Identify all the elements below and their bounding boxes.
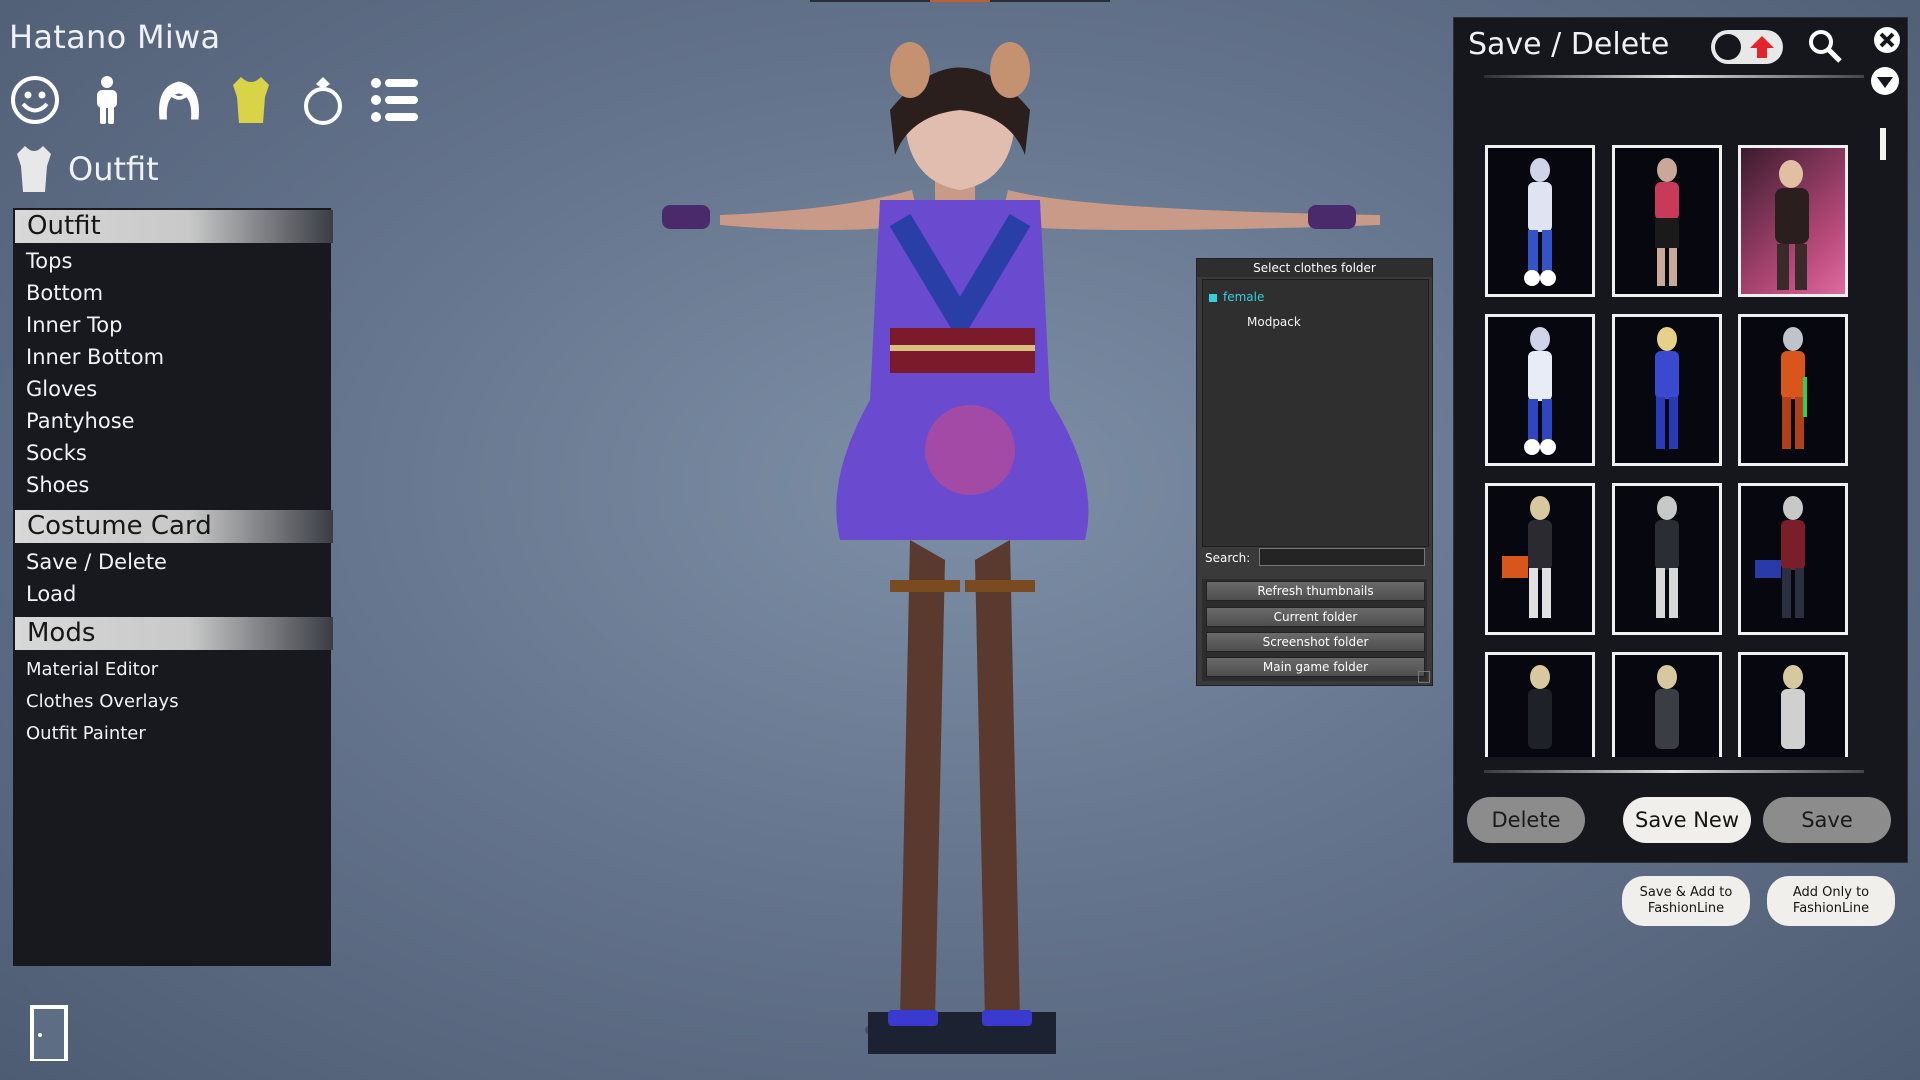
save-new-button[interactable]: Save New <box>1623 797 1751 843</box>
thumbnail-card[interactable] <box>1485 652 1595 757</box>
right-ear-accessory <box>990 42 1030 98</box>
hair-icon[interactable] <box>154 73 204 127</box>
thumbnail-card[interactable] <box>1485 483 1595 635</box>
dialog-title: Select clothes folder <box>1197 259 1432 277</box>
divider-top <box>1484 75 1864 78</box>
select-clothes-folder-dialog: Select clothes folder female Modpack Sea… <box>1196 258 1433 686</box>
obi-cord <box>890 345 1035 351</box>
left-thigh-strap <box>890 580 960 592</box>
menu-item-bottom[interactable]: Bottom <box>26 281 103 305</box>
left-leg <box>900 540 945 1020</box>
left-menu-panel: Outfit Tops Bottom Inner Top Inner Botto… <box>13 208 333 966</box>
thumbnail-figure <box>1655 665 1679 749</box>
thumbnail-figure <box>1755 496 1805 618</box>
outfit-icon <box>17 146 51 192</box>
folder-item-modpack[interactable]: Modpack <box>1247 315 1301 329</box>
thumbnail-figure <box>1502 496 1552 618</box>
menu-item-pantyhose[interactable]: Pantyhose <box>26 409 135 433</box>
resize-handle[interactable] <box>1418 671 1430 683</box>
right-thigh-strap <box>965 580 1035 592</box>
menu-item-inner-top[interactable]: Inner Top <box>26 313 122 337</box>
divider-bottom <box>1484 770 1864 773</box>
search-icon[interactable] <box>1807 28 1843 64</box>
main-game-folder-button[interactable]: Main game folder <box>1206 657 1425 677</box>
menu-item-save-delete[interactable]: Save / Delete <box>26 550 167 574</box>
left-glove <box>662 205 710 229</box>
face-icon[interactable] <box>10 73 60 127</box>
folder-item-female[interactable]: female <box>1223 290 1264 304</box>
top-indicator-bar <box>810 0 1110 2</box>
thumbnail-figure <box>1524 327 1556 455</box>
thumbnail-figure <box>1781 327 1807 449</box>
thumbnail-figure <box>1655 327 1679 449</box>
menu-item-socks[interactable]: Socks <box>26 441 87 465</box>
save-button[interactable]: Save <box>1763 797 1891 843</box>
body-icon[interactable] <box>82 73 132 127</box>
thumbnail-figure <box>1524 158 1556 286</box>
thumbnail-card[interactable] <box>1612 652 1722 757</box>
left-sandal <box>888 1010 938 1026</box>
close-icon[interactable] <box>1872 25 1902 55</box>
refresh-thumbnails-button[interactable]: Refresh thumbnails <box>1206 581 1425 601</box>
right-sandal <box>982 1010 1032 1026</box>
right-leg <box>975 540 1020 1020</box>
folder-buttons-group: Refresh thumbnails Current folder Screen… <box>1202 579 1427 681</box>
thumbnail-card[interactable] <box>1612 145 1722 297</box>
list-icon[interactable] <box>370 73 420 127</box>
thumbnail-figure <box>1781 665 1805 749</box>
folder-tree: female Modpack <box>1202 279 1429 547</box>
outfit-icon[interactable] <box>226 73 276 127</box>
thumbnail-card[interactable] <box>1612 483 1722 635</box>
kimono-pattern <box>925 405 1015 495</box>
menu-item-load[interactable]: Load <box>26 582 76 606</box>
top-indicator-marker <box>930 0 990 2</box>
screenshot-folder-button[interactable]: Screenshot folder <box>1206 632 1425 652</box>
menu-item-outfit-painter[interactable]: Outfit Painter <box>26 723 146 744</box>
left-ear-accessory <box>890 42 930 98</box>
character-name: Hatano Miwa <box>9 18 221 56</box>
upload-toggle[interactable] <box>1711 30 1783 64</box>
menu-item-inner-bottom[interactable]: Inner Bottom <box>26 345 164 369</box>
accessory-ring-icon[interactable] <box>298 73 348 127</box>
exit-door-icon[interactable] <box>28 1003 70 1067</box>
menu-item-shoes[interactable]: Shoes <box>26 473 89 497</box>
thumbnail-card[interactable] <box>1738 483 1848 635</box>
menu-item-gloves[interactable]: Gloves <box>26 377 97 401</box>
current-folder-button[interactable]: Current folder <box>1206 607 1425 627</box>
chevron-down-icon[interactable] <box>1870 66 1900 96</box>
menu-item-tops[interactable]: Tops <box>26 249 72 273</box>
thumbnail-figure <box>1655 496 1679 618</box>
thumbnail-figure <box>1655 158 1679 286</box>
thumbnail-card[interactable] <box>1612 314 1722 466</box>
panel-title: Save / Delete <box>1468 27 1670 62</box>
thumbnail-card[interactable] <box>1485 314 1595 466</box>
selected-folder-indicator <box>1209 294 1217 302</box>
menu-group-costume-card[interactable]: Costume Card <box>15 510 333 543</box>
upload-arrow-icon <box>1750 36 1774 58</box>
save-and-add-to-fashionline-button[interactable]: Save & Add to FashionLine <box>1622 876 1750 926</box>
search-label: Search: <box>1205 551 1251 565</box>
save-delete-panel: Save / Delete Delete Save New Save <box>1453 17 1908 863</box>
thumbnail-card[interactable] <box>1738 652 1848 757</box>
category-toolbar <box>10 73 420 127</box>
section-header: Outfit <box>14 144 159 194</box>
add-only-to-fashionline-button[interactable]: Add Only to FashionLine <box>1767 876 1895 926</box>
menu-item-material-editor[interactable]: Material Editor <box>26 659 158 680</box>
thumbnail-figure <box>1775 160 1809 290</box>
menu-item-clothes-overlays[interactable]: Clothes Overlays <box>26 691 179 712</box>
section-title: Outfit <box>68 150 159 188</box>
thumbnail-card[interactable] <box>1738 145 1848 297</box>
right-glove <box>1308 205 1356 229</box>
thumbnail-card[interactable] <box>1485 145 1595 297</box>
menu-group-outfit[interactable]: Outfit <box>15 210 333 243</box>
thumbnail-figure <box>1528 665 1552 749</box>
folder-search-input[interactable] <box>1259 548 1425 566</box>
thumbnail-card[interactable] <box>1738 314 1848 466</box>
toggle-knob <box>1715 34 1741 60</box>
menu-group-mods[interactable]: Mods <box>15 617 333 650</box>
scrollbar-thumb[interactable] <box>1880 128 1886 160</box>
delete-button[interactable]: Delete <box>1467 797 1585 843</box>
